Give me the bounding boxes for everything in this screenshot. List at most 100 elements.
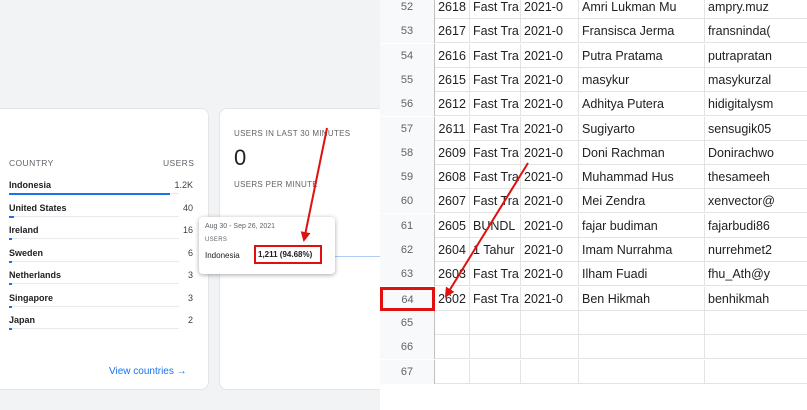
- cell-name[interactable]: Putra Pratama: [579, 43, 705, 68]
- cell-product[interactable]: Fast Tra: [470, 116, 521, 141]
- cell-email[interactable]: thesameeh: [705, 165, 807, 189]
- cell-date[interactable]: 2021-0: [521, 0, 579, 19]
- cell-date[interactable]: [521, 359, 579, 384]
- cell-product[interactable]: 1 Tahur: [470, 238, 521, 262]
- row-header[interactable]: 61: [380, 213, 435, 238]
- row-header[interactable]: 53: [380, 19, 435, 44]
- cell-product[interactable]: Fast Tra: [470, 0, 521, 19]
- row-header[interactable]: 56: [380, 92, 435, 117]
- cell-date[interactable]: 2021-0: [521, 213, 579, 238]
- cell-name[interactable]: Muhammad Hus: [579, 165, 705, 190]
- cell-email[interactable]: fajarbudi86: [705, 214, 807, 238]
- cell-product[interactable]: Fast Tra: [470, 262, 521, 287]
- cell-email[interactable]: [705, 360, 807, 384]
- cell-date[interactable]: [521, 310, 579, 335]
- cell-product[interactable]: Fast Tra: [470, 43, 521, 68]
- cell-id[interactable]: 2616: [435, 43, 470, 68]
- cell-date[interactable]: 2021-0: [521, 140, 579, 165]
- cell-email[interactable]: [705, 311, 807, 335]
- cell-email[interactable]: xenvector@: [705, 189, 807, 213]
- country-row[interactable]: Ireland 16: [9, 225, 193, 247]
- cell-id[interactable]: 2609: [435, 140, 470, 165]
- cell-date[interactable]: 2021-0: [521, 116, 579, 141]
- cell-product[interactable]: Fast Tra: [470, 19, 521, 44]
- country-row[interactable]: Indonesia 1.2K: [9, 180, 193, 202]
- cell-product[interactable]: Fast Tra: [470, 67, 521, 92]
- cell-email[interactable]: benhikmah: [705, 287, 807, 311]
- cell-product[interactable]: [470, 359, 521, 384]
- cell-name[interactable]: Imam Nurrahma: [579, 238, 705, 262]
- cell-id[interactable]: 2608: [435, 165, 470, 190]
- cell-date[interactable]: 2021-0: [521, 165, 579, 190]
- row-header[interactable]: 57: [380, 116, 435, 141]
- row-header[interactable]: 59: [380, 165, 435, 190]
- row-header[interactable]: 60: [380, 189, 435, 214]
- cell-id[interactable]: [435, 310, 470, 335]
- cell-name[interactable]: Sugiyarto: [579, 116, 705, 141]
- cell-name[interactable]: Fransisca Jerma: [579, 19, 705, 44]
- cell-email[interactable]: nurrehmet2: [705, 238, 807, 262]
- country-row[interactable]: United States 40: [9, 203, 193, 225]
- cell-email[interactable]: hidigitalysm: [705, 92, 807, 116]
- row-header[interactable]: 62: [380, 238, 435, 262]
- row-header[interactable]: 63: [380, 262, 435, 287]
- cell-date[interactable]: 2021-0: [521, 19, 579, 44]
- cell-email[interactable]: [705, 335, 807, 359]
- cell-product[interactable]: Fast Tra: [470, 189, 521, 214]
- cell-product[interactable]: Fast Tra: [470, 140, 521, 165]
- cell-id[interactable]: [435, 335, 470, 360]
- row-header[interactable]: 52: [380, 0, 435, 19]
- country-row[interactable]: Japan 2: [9, 315, 193, 337]
- cell-id[interactable]: 2602: [435, 286, 470, 311]
- cell-date[interactable]: 2021-0: [521, 238, 579, 262]
- cell-email[interactable]: sensugik05: [705, 117, 807, 141]
- cell-product[interactable]: Fast Tra: [470, 165, 521, 190]
- cell-id[interactable]: 2605: [435, 213, 470, 238]
- cell-id[interactable]: 2612: [435, 92, 470, 117]
- cell-name[interactable]: masykur: [579, 67, 705, 92]
- cell-name[interactable]: Doni Rachman: [579, 140, 705, 165]
- cell-date[interactable]: 2021-0: [521, 262, 579, 287]
- cell-name[interactable]: Amri Lukman Mu: [579, 0, 705, 19]
- cell-product[interactable]: Fast Tra: [470, 92, 521, 117]
- row-header[interactable]: 67: [380, 359, 435, 384]
- cell-name[interactable]: Ben Hikmah: [579, 286, 705, 311]
- cell-date[interactable]: 2021-0: [521, 286, 579, 311]
- cell-email[interactable]: fransninda(: [705, 19, 807, 43]
- row-header[interactable]: 55: [380, 67, 435, 92]
- row-header[interactable]: 66: [380, 335, 435, 360]
- row-header[interactable]: 64: [380, 286, 435, 311]
- cell-id[interactable]: 2611: [435, 116, 470, 141]
- cell-name[interactable]: Ilham Fuadi: [579, 262, 705, 287]
- cell-date[interactable]: 2021-0: [521, 67, 579, 92]
- cell-product[interactable]: [470, 310, 521, 335]
- cell-email[interactable]: putrapratan: [705, 44, 807, 68]
- row-header[interactable]: 65: [380, 310, 435, 335]
- cell-name[interactable]: fajar budiman: [579, 213, 705, 238]
- cell-date[interactable]: 2021-0: [521, 189, 579, 214]
- country-row[interactable]: Sweden 6: [9, 248, 193, 270]
- cell-product[interactable]: Fast Tra: [470, 286, 521, 311]
- cell-id[interactable]: 2604: [435, 238, 470, 262]
- cell-name[interactable]: Adhitya Putera: [579, 92, 705, 117]
- view-countries-link[interactable]: View countries →: [109, 366, 187, 377]
- cell-email[interactable]: masykurzal: [705, 68, 807, 92]
- cell-id[interactable]: 2603: [435, 262, 470, 287]
- cell-date[interactable]: 2021-0: [521, 92, 579, 117]
- cell-id[interactable]: [435, 359, 470, 384]
- cell-email[interactable]: Donirachwo: [705, 141, 807, 165]
- cell-name[interactable]: [579, 335, 705, 360]
- cell-id[interactable]: 2618: [435, 0, 470, 19]
- cell-date[interactable]: 2021-0: [521, 43, 579, 68]
- cell-product[interactable]: [470, 335, 521, 360]
- cell-product[interactable]: BUNDL: [470, 213, 521, 238]
- row-header[interactable]: 54: [380, 43, 435, 68]
- row-header[interactable]: 58: [380, 140, 435, 165]
- cell-email[interactable]: fhu_Ath@y: [705, 262, 807, 286]
- cell-name[interactable]: [579, 310, 705, 335]
- cell-id[interactable]: 2617: [435, 19, 470, 44]
- cell-id[interactable]: 2607: [435, 189, 470, 214]
- country-row[interactable]: Netherlands 3: [9, 270, 193, 292]
- country-row[interactable]: Singapore 3: [9, 293, 193, 315]
- cell-name[interactable]: Mei Zendra: [579, 189, 705, 214]
